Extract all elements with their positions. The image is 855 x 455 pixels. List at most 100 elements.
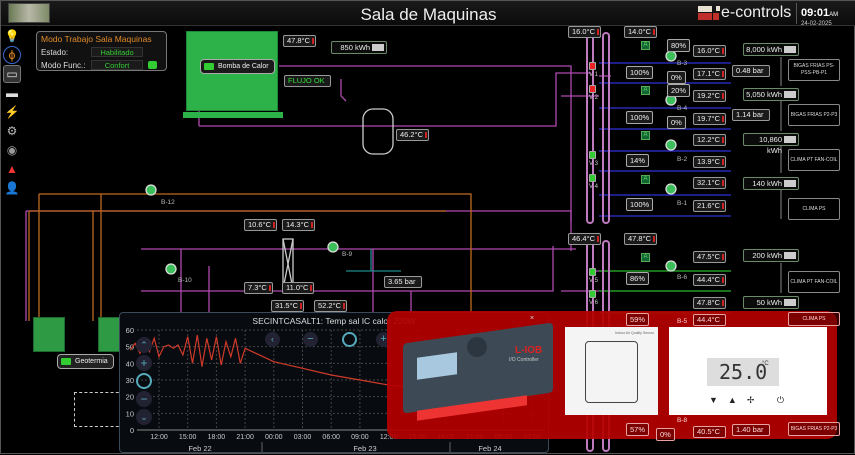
pump-label: B-4 — [677, 105, 688, 112]
circuit-energy: 8,000 kWh — [743, 43, 799, 56]
temp-b: 52.2°C — [314, 300, 348, 312]
pump-b9-label: B-9 — [342, 251, 353, 258]
chart-clock-icon[interactable] — [342, 332, 357, 347]
tank — [362, 108, 394, 155]
pump-speed: 20% — [667, 84, 691, 97]
heat-pump-energy: 850 kWh — [331, 41, 387, 54]
circuit-supply-temp: 19.2°C — [693, 90, 727, 102]
hot-collector-return: 47.8°C — [624, 233, 658, 245]
geothermal-pipes — [28, 193, 472, 321]
y-tick-label: 20 — [126, 393, 134, 402]
hx-out-cold: 11.0°C — [282, 282, 315, 294]
circuit-energy: 5,050 kWh — [743, 88, 799, 101]
pump-label: B-6 — [677, 274, 688, 281]
circuit-energy: 140 kWh — [743, 177, 799, 190]
auto-indicator[interactable]: A — [641, 86, 650, 95]
valve-opening: 86% — [626, 272, 650, 285]
y-tick-label: 30 — [126, 376, 134, 385]
hot-collector-supply: 46.4°C — [568, 233, 602, 245]
date-label: Feb 23 — [353, 444, 376, 453]
circuit-supply-temp: 16.0°C — [693, 45, 727, 57]
x-tick-label: 00:00 — [265, 434, 283, 441]
valve-v1[interactable] — [589, 62, 596, 70]
circuit-supply-temp: 32.1°C — [693, 177, 727, 189]
geothermal-unit-1[interactable] — [33, 317, 65, 352]
chart-zoom-out-button[interactable]: − — [136, 391, 152, 407]
valve-label: V 5 — [589, 278, 599, 284]
overlay-close-icon[interactable]: × — [530, 315, 534, 322]
circuit-supply-temp: 12.2°C — [693, 134, 727, 146]
chart-back-button[interactable]: ‹ — [265, 332, 280, 347]
circuit-return-temp: 21.6°C — [693, 200, 727, 212]
circuit-pressure: 1.14 bar — [732, 109, 770, 121]
controller-model: L-IOB — [515, 345, 543, 356]
pump-speed-2: 0% — [667, 116, 686, 129]
circuit-return-temp: 44.4°C — [693, 274, 727, 286]
valve-v2[interactable] — [589, 85, 596, 93]
flow-status: FLUJO OK — [284, 75, 331, 87]
l-iob-controller-image: L-IOB I/O Controller — [397, 322, 557, 425]
valve-opening: 100% — [626, 66, 654, 79]
thermostat-reading: 25.0 — [719, 360, 768, 384]
auto-indicator[interactable]: A — [641, 41, 650, 50]
date-label: Feb 22 — [188, 444, 211, 453]
circuit-label[interactable]: CLIMA PT FAN-COIL — [788, 149, 840, 171]
valve-v4[interactable] — [589, 174, 596, 182]
x-tick-label: 06:00 — [322, 434, 340, 441]
pump-label: B-3 — [677, 60, 688, 67]
auto-indicator[interactable]: A — [641, 131, 650, 140]
circuit-label[interactable]: CLIMA PS — [788, 312, 840, 326]
heat-pump-unit[interactable]: Bomba de Calor — [183, 31, 283, 118]
geothermal-button[interactable]: Geotermia — [57, 354, 114, 369]
circuit-label[interactable]: BIGAS FRIAS P2-P3 — [788, 104, 840, 126]
x-tick-label: 21:00 — [236, 434, 254, 441]
hx-in-hot: 10.6°C — [244, 219, 278, 231]
auto-indicator[interactable]: A — [641, 253, 650, 262]
chart-zoom-in-button[interactable]: + — [136, 355, 152, 371]
valve-label: V 3 — [589, 161, 599, 167]
x-tick-label: 12:00 — [150, 434, 168, 441]
circuit-label[interactable]: CLIMA PS — [788, 198, 840, 220]
device-promo-overlay[interactable]: L-IOB I/O Controller Indoor Air Quality … — [387, 311, 837, 439]
controller-subtitle: I/O Controller — [509, 357, 539, 363]
pump-speed-2: 0% — [656, 428, 675, 441]
chart-pan-down-button[interactable]: ⌄ — [136, 409, 152, 425]
chart-pan-up-button[interactable]: ⌃ — [136, 337, 152, 353]
valve-opening: 100% — [626, 198, 654, 211]
valve-v3[interactable] — [589, 151, 596, 159]
circuit-pressure: 1.40 bar — [732, 424, 770, 436]
valve-v5[interactable] — [589, 268, 596, 276]
y-tick-label: 0 — [130, 426, 134, 435]
pump-label: B-8 — [677, 417, 688, 424]
heat-pump-button[interactable]: Bomba de Calor — [200, 59, 275, 74]
circuit-return-temp: 17.1°C — [693, 68, 727, 80]
aq-sensor-title: Indoor Air Quality Sensor — [615, 331, 654, 335]
circuit-label[interactable]: BIGAS FRIAS PS-PSS-PB-P1 — [788, 59, 840, 81]
date-label: Feb 24 — [478, 444, 501, 453]
supply-temp: 47.8°C — [283, 35, 317, 47]
hx-out-hot: 14.3°C — [282, 219, 316, 231]
auto-indicator[interactable]: A — [641, 175, 650, 184]
valve-label: V 2 — [589, 95, 599, 101]
x-tick-label: 03:00 — [294, 434, 312, 441]
valve-label: V 1 — [589, 72, 599, 78]
thermostat-unit: °C — [762, 361, 769, 367]
pump-label: B-5 — [677, 318, 688, 325]
tank-temp: 46.2°C — [396, 129, 430, 141]
system-pressure: 3.65 bar — [384, 276, 422, 288]
circuit-supply-temp: 47.8°C — [693, 297, 727, 309]
chart-reset-button[interactable] — [136, 373, 152, 389]
scada-screen: Sala de Maquinas e-controls 09:01AM 24-02… — [0, 0, 855, 454]
chart-time-zoom-out-button[interactable]: − — [303, 332, 318, 347]
valve-opening: 14% — [626, 154, 650, 167]
circuit-return-temp: 40.5°C — [693, 426, 727, 438]
circuit-return-temp: 44.4°C — [693, 314, 727, 326]
pump-label: B-1 — [677, 200, 688, 207]
x-tick-label: 09:00 — [351, 434, 369, 441]
circuit-return-temp: 13.9°C — [693, 156, 727, 168]
circuit-label[interactable]: CLIMA PT FAN-COIL — [788, 271, 840, 293]
valve-v6[interactable] — [589, 290, 596, 298]
circuit-energy: 200 kWh — [743, 249, 799, 262]
valve-opening: 59% — [626, 313, 650, 326]
circuit-label[interactable]: BIGAS FRIAS P2-P3 — [788, 422, 840, 436]
